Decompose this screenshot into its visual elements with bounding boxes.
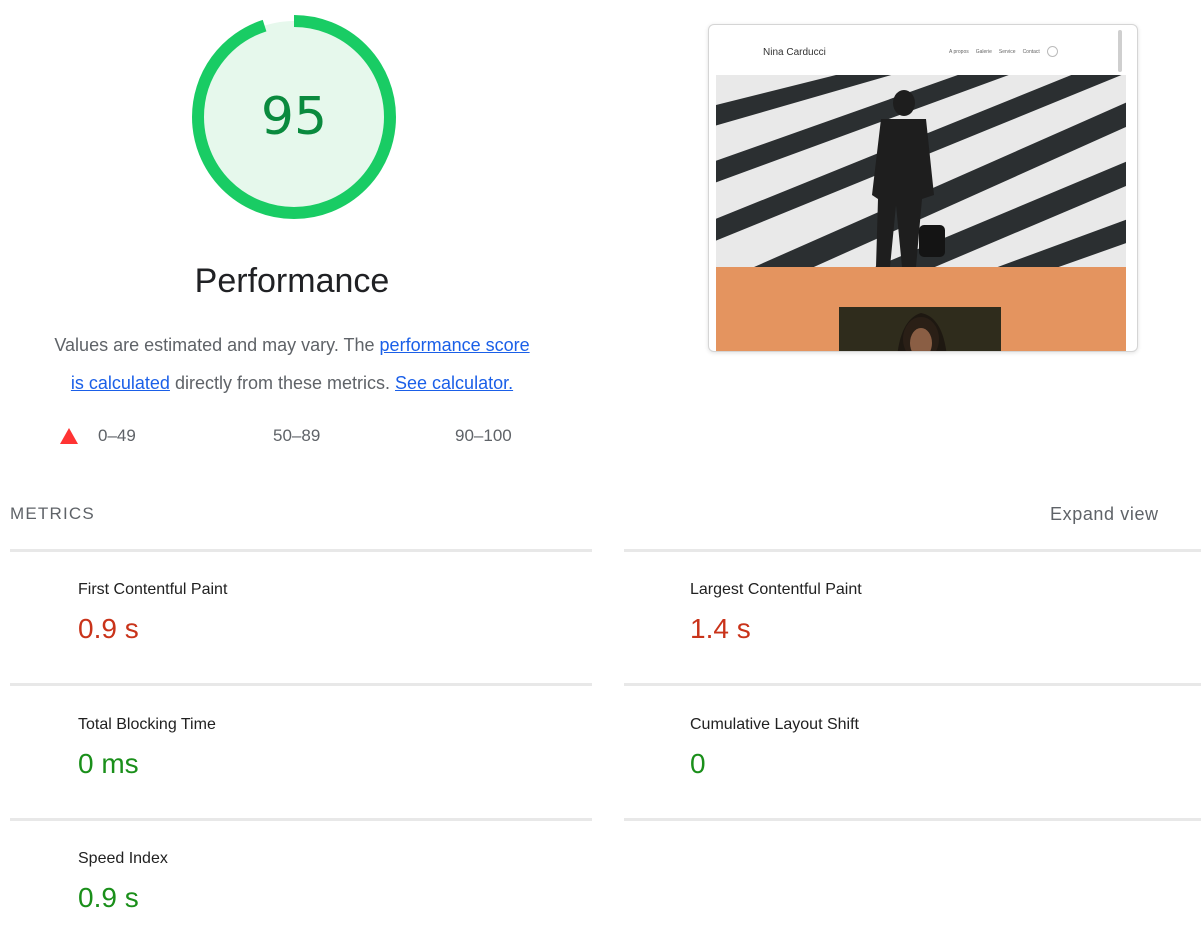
- site-nav-item: A propos: [949, 49, 969, 55]
- description-text-1: Values are estimated and may vary. The: [54, 335, 380, 355]
- description-text-2: directly from these metrics.: [169, 373, 396, 393]
- instagram-icon: [1046, 46, 1058, 57]
- metric-label: Largest Contentful Paint: [690, 581, 862, 598]
- screenshot-scrollbar[interactable]: [1118, 30, 1122, 72]
- expand-view-toggle[interactable]: Expand view: [1050, 504, 1159, 525]
- metric-value: 0.9 s: [78, 613, 139, 644]
- final-screenshot[interactable]: Nina Carducci A propos Galerie Service C…: [708, 24, 1138, 352]
- metric-tbt: Total Blocking Time 0 ms: [78, 716, 216, 780]
- metric-cls: Cumulative Layout Shift 0: [690, 716, 859, 780]
- performance-gauge: 95: [189, 12, 399, 222]
- site-nav-item: Galerie: [975, 49, 992, 55]
- legend-pass: 90–100: [455, 426, 512, 446]
- metric-divider: [10, 683, 592, 686]
- metric-divider: [10, 818, 592, 821]
- metric-fcp: First Contentful Paint 0.9 s: [78, 581, 227, 645]
- metric-label: First Contentful Paint: [78, 581, 228, 598]
- metric-value: 1.4 s: [690, 613, 751, 644]
- legend-average: 50–89: [273, 426, 320, 446]
- metric-divider: [10, 549, 592, 552]
- hero-image: [716, 75, 1126, 267]
- site-nav-item: Service: [998, 49, 1016, 55]
- metric-value: 0 ms: [78, 748, 139, 779]
- link-line-1: performance score: [379, 335, 530, 355]
- site-nav: A propos Galerie Service Contact: [949, 46, 1058, 57]
- legend-average-label: 50–89: [273, 426, 321, 445]
- performance-score: 95: [260, 87, 328, 147]
- site-nav-item: Contact: [1022, 49, 1040, 55]
- site-header: Nina Carducci A propos Galerie Service C…: [716, 31, 1126, 79]
- portrait-image: [839, 307, 1001, 351]
- metric-value: 0.9 s: [78, 882, 139, 913]
- metrics-heading: METRICS: [10, 504, 95, 523]
- see-calculator-link[interactable]: See calculator.: [395, 373, 513, 393]
- site-name: Nina Carducci: [763, 47, 826, 58]
- metric-divider: [624, 683, 1201, 686]
- metric-divider: [624, 549, 1201, 552]
- legend-fail: 0–49: [60, 426, 136, 446]
- link-line-2: is calculated: [70, 373, 170, 393]
- metric-label: Cumulative Layout Shift: [690, 716, 859, 733]
- score-description: Values are estimated and may vary. The p…: [0, 326, 584, 402]
- screenshot-viewport: Nina Carducci A propos Galerie Service C…: [716, 31, 1126, 351]
- legend-fail-label: 0–49: [98, 426, 136, 445]
- metric-divider: [624, 818, 1201, 821]
- metric-label: Speed Index: [78, 850, 168, 867]
- metric-value: 0: [690, 748, 706, 779]
- category-title: Performance: [194, 262, 390, 300]
- metric-label: Total Blocking Time: [78, 716, 216, 733]
- metric-lcp: Largest Contentful Paint 1.4 s: [690, 581, 862, 645]
- metric-speed-index: Speed Index 0.9 s: [78, 850, 168, 914]
- legend-pass-label: 90–100: [455, 426, 512, 445]
- fail-triangle-icon: [60, 428, 78, 444]
